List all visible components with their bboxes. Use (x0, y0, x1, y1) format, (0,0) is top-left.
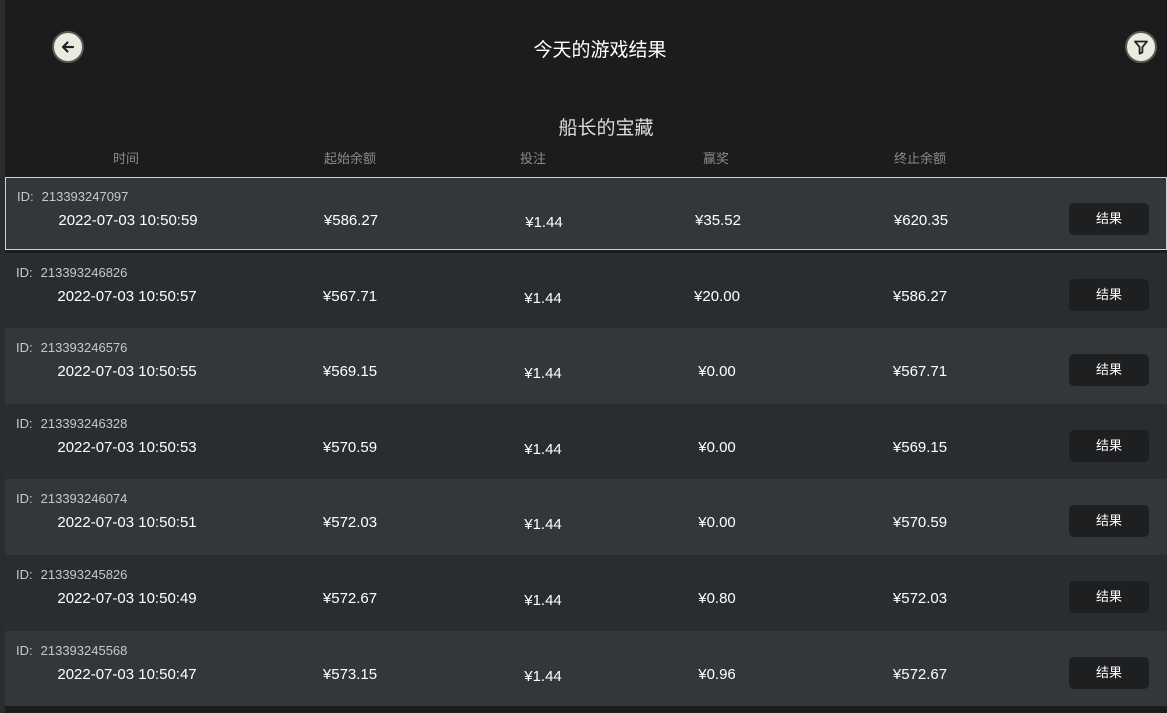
cell-start-balance: ¥570.59 (322, 438, 378, 456)
cell-end-balance: ¥572.03 (892, 589, 948, 607)
result-button[interactable]: 结果 (1069, 278, 1149, 311)
cell-time: 2022-07-03 10:50:53 (57, 438, 197, 456)
id-value: 213393246826 (40, 264, 128, 280)
cell-start-balance: ¥567.71 (322, 287, 378, 305)
cell-start-balance: ¥586.27 (323, 212, 379, 229)
cell-start-balance: ¥572.67 (322, 589, 378, 607)
cell-end-balance: ¥620.35 (893, 212, 949, 229)
cell-time: 2022-07-03 10:50:57 (57, 287, 197, 305)
table-row[interactable]: ID: 213393246328 2022-07-03 10:50:53 ¥570… (5, 403, 1167, 480)
cell-bet: ¥1.44 (524, 365, 562, 383)
cell-end-balance: ¥569.15 (892, 438, 948, 456)
cell-end-balance: ¥586.27 (892, 287, 948, 305)
round-id: ID: 213393246826 (16, 265, 127, 280)
cell-end-balance: ¥567.71 (892, 363, 948, 381)
result-button[interactable]: 结果 (1069, 429, 1149, 462)
cell-time: 2022-07-03 10:50:51 (57, 514, 197, 532)
cell-win: ¥0.80 (698, 589, 736, 607)
cell-win: ¥20.00 (694, 287, 740, 305)
cell-end-balance: ¥570.59 (892, 514, 948, 532)
id-value: 213393245826 (40, 566, 128, 582)
id-label: ID: (16, 340, 33, 356)
column-header-bet: 投注 (519, 151, 547, 166)
result-button[interactable]: 结果 (1069, 505, 1149, 538)
id-label: ID: (17, 189, 34, 204)
id-label: ID: (16, 415, 33, 431)
table-row[interactable]: ID: 213393245826 2022-07-03 10:50:49 ¥572… (5, 554, 1167, 631)
cell-time: 2022-07-03 10:50:55 (57, 363, 197, 381)
id-value: 213393246328 (40, 415, 128, 431)
column-header-start-balance: 起始余额 (323, 151, 377, 166)
id-value: 213393245568 (40, 642, 128, 658)
result-button[interactable]: 结果 (1069, 656, 1149, 689)
id-value: 213393247097 (41, 189, 129, 204)
cell-bet: ¥1.44 (524, 440, 562, 458)
cell-bet: ¥1.44 (524, 516, 562, 534)
cell-win: ¥0.00 (698, 514, 736, 532)
cell-win: ¥0.00 (698, 438, 736, 456)
cell-time: 2022-07-03 10:50:49 (57, 589, 197, 607)
result-button[interactable]: 结果 (1069, 203, 1149, 235)
cell-win: ¥0.96 (698, 665, 736, 683)
column-header-end-balance: 终止余额 (893, 151, 947, 166)
result-button[interactable]: 结果 (1069, 580, 1149, 613)
table-header: 时间 起始余额 投注 赢奖 终止余额 (5, 148, 1167, 168)
round-id: ID: 213393245826 (16, 567, 127, 582)
id-label: ID: (16, 264, 33, 280)
id-value: 213393246074 (40, 491, 128, 507)
cell-start-balance: ¥572.03 (322, 514, 378, 532)
cell-end-balance: ¥572.67 (892, 665, 948, 683)
cell-time: 2022-07-03 10:50:47 (57, 665, 197, 683)
cell-win: ¥35.52 (695, 212, 741, 229)
cell-bet: ¥1.44 (524, 667, 562, 685)
column-header-win: 赢奖 (702, 151, 730, 166)
round-id: ID: 213393247097 (17, 189, 128, 204)
column-header-time: 时间 (112, 151, 140, 166)
table-row[interactable]: ID: 213393245568 2022-07-03 10:50:47 ¥573… (5, 630, 1167, 707)
round-id: ID: 213393246576 (16, 340, 127, 355)
id-label: ID: (16, 642, 33, 658)
game-title: 船长的宝藏 (558, 118, 654, 139)
cell-bet: ¥1.44 (525, 214, 563, 231)
cell-time: 2022-07-03 10:50:59 (58, 212, 198, 229)
cell-start-balance: ¥573.15 (322, 665, 378, 683)
results-table: ID: 213393247097 2022-07-03 10:50:59 ¥586… (5, 177, 1167, 707)
cell-bet: ¥1.44 (524, 591, 562, 609)
id-label: ID: (16, 566, 33, 582)
table-row[interactable]: ID: 213393246576 2022-07-03 10:50:55 ¥569… (5, 328, 1167, 404)
result-button[interactable]: 结果 (1069, 354, 1149, 387)
table-row[interactable]: ID: 213393246826 2022-07-03 10:50:57 ¥567… (5, 252, 1167, 329)
id-label: ID: (16, 491, 33, 507)
table-row[interactable]: ID: 213393246074 2022-07-03 10:50:51 ¥572… (5, 479, 1167, 555)
cell-win: ¥0.00 (698, 363, 736, 381)
game-results-screen: 今天的游戏结果 船长的宝藏 时间 起始余额 投注 赢奖 终止余额 ID: 2133… (0, 0, 1167, 713)
round-id: ID: 213393246074 (16, 491, 127, 506)
cell-start-balance: ¥569.15 (322, 363, 378, 381)
table-row[interactable]: ID: 213393247097 2022-07-03 10:50:59 ¥586… (5, 177, 1167, 250)
round-id: ID: 213393246328 (16, 416, 127, 431)
id-value: 213393246576 (40, 340, 128, 356)
page-title: 今天的游戏结果 (533, 40, 667, 61)
round-id: ID: 213393245568 (16, 643, 127, 658)
cell-bet: ¥1.44 (524, 289, 562, 307)
